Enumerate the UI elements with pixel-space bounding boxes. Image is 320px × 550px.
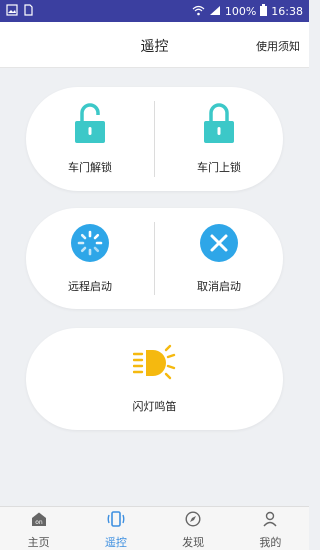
remote-start-label: 远程启动 [68,279,112,293]
clock: 16:38 [271,4,303,18]
usage-notice-link[interactable]: 使用须知 [256,38,300,54]
loading-spinner-icon [71,223,109,266]
headlight-icon [132,344,177,386]
wifi-icon [192,5,205,18]
lock-label: 车门上锁 [197,161,241,174]
flash-honk-button[interactable]: 闪灯鸣笛 [26,328,283,430]
tab-discover[interactable]: 发现 [155,507,232,550]
tab-me[interactable]: 我的 [232,507,309,550]
unlock-label: 车门解锁 [68,161,112,174]
battery-percent: 100% [224,4,257,18]
tab-label: 发现 [182,536,205,549]
status-bar: 100% 16:38 [0,0,309,22]
flash-honk-card: 闪灯鸣笛 [26,328,283,430]
remote-icon [106,511,126,531]
flash-honk-label: 闪灯鸣笛 [132,400,177,413]
tab-label: 我的 [259,536,282,549]
tab-label: 遥控 [104,536,127,549]
tab-remote[interactable]: 遥控 [77,507,154,550]
battery-icon [260,4,268,18]
cancel-start-button[interactable]: 取消启动 [155,208,283,309]
app-header: 遥控 使用须知 [0,22,309,68]
signal-icon [209,5,221,18]
lock-button[interactable]: 车门上锁 [155,87,283,191]
tab-label: 主页 [27,536,50,549]
unlocked-padlock-icon [75,103,105,147]
close-icon [200,223,238,266]
home-icon: on [30,511,48,531]
remote-start-button[interactable]: 远程启动 [26,208,154,309]
compass-icon [185,511,201,531]
locked-padlock-icon [204,103,234,147]
cancel-start-label: 取消启动 [197,279,241,293]
note-icon [22,3,34,19]
door-lock-card: 车门解锁 车门上锁 [26,87,283,191]
tab-home[interactable]: on 主页 [0,507,77,550]
unlock-button[interactable]: 车门解锁 [26,87,154,191]
bottom-tab-bar: on 主页 遥控 发现 我的 [0,506,309,550]
gallery-icon [6,3,18,19]
user-icon [262,511,278,531]
svg-text:on: on [35,519,43,526]
engine-start-card: 远程启动 取消启动 [26,208,283,309]
